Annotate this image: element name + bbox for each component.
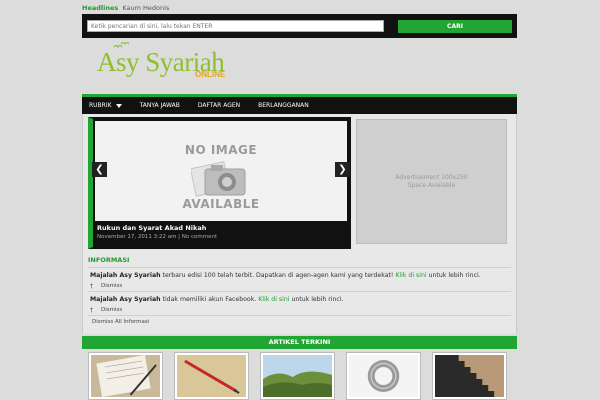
pin-icon: †	[90, 307, 93, 314]
nav-item-tanya-jawab[interactable]: TANYA JAWAB	[140, 102, 180, 109]
info-title: INFORMASI	[88, 256, 130, 264]
ad-line-2: Space Available	[407, 181, 456, 189]
info-text: Majalah Asy Syariah tidak memiliki akun …	[90, 295, 509, 304]
featured-slider: NO IMAGE AVAILABLE ❮ ❯ Rukun dan Syarat …	[88, 117, 351, 249]
info-link[interactable]: Klik di sini	[395, 272, 426, 279]
article-thumbnail[interactable]	[88, 352, 163, 400]
dismiss-button[interactable]: Dismiss	[101, 282, 122, 291]
slide-comments-link[interactable]: No comment	[182, 234, 217, 240]
headline-ticker: Headlines Kaum Hedonis	[82, 3, 517, 13]
no-image-label: NO IMAGE	[184, 143, 258, 157]
dismiss-row: † Dismiss	[90, 306, 509, 315]
info-tail: untuk lebih rinci.	[289, 296, 344, 303]
nav-item-daftar-agen[interactable]: DAFTAR AGEN	[198, 102, 240, 109]
landscape-image	[263, 355, 332, 397]
article-thumbnail[interactable]	[260, 352, 335, 400]
caret-down-icon	[115, 103, 122, 108]
available-label: AVAILABLE	[182, 197, 260, 211]
ring-image	[349, 355, 418, 397]
slide-image[interactable]: NO IMAGE AVAILABLE	[95, 121, 347, 221]
notebook-pen-image	[91, 355, 160, 397]
slide-meta: November 17, 2011 3:22 am | No comment	[97, 233, 345, 241]
info-body: terbaru edisi 100 telah terbit. Dapatkan…	[160, 272, 396, 279]
divider	[88, 291, 511, 292]
site-logo[interactable]: Asy Syariah ONLINE	[97, 41, 227, 86]
slider-next-button[interactable]: ❯	[335, 162, 350, 177]
slide-date: November 17, 2011 3:22 am	[97, 234, 177, 240]
article-thumbnail[interactable]	[174, 352, 249, 400]
ad-line-1: Advertisement 300x250	[395, 173, 468, 181]
dismiss-row: † Dismiss	[90, 282, 509, 291]
pencil-image	[177, 355, 246, 397]
slide-caption: Rukun dan Syarat Akad Nikah November 17,…	[97, 223, 345, 245]
articles-header: ARTIKEL TERKINI	[82, 336, 517, 349]
nav-item-berlangganan[interactable]: BERLANGGANAN	[258, 102, 309, 109]
search-button[interactable]: CARI	[398, 19, 512, 33]
camera-icon	[191, 161, 246, 197]
info-bold: Majalah Asy Syariah	[90, 272, 161, 279]
nav-item-rubrik[interactable]: RUBRIK	[89, 102, 122, 109]
info-link[interactable]: Klik di sini	[258, 296, 289, 303]
pin-icon: †	[90, 283, 93, 290]
nav-item-label: RUBRIK	[89, 102, 112, 109]
slide-title[interactable]: Rukun dan Syarat Akad Nikah	[97, 223, 345, 233]
divider	[88, 267, 511, 268]
headline-label: Headlines	[82, 4, 119, 12]
info-item: Majalah Asy Syariah terbaru edisi 100 te…	[90, 271, 509, 291]
search-bar: CARI	[82, 14, 517, 38]
info-tail: untuk lebih rinci.	[426, 272, 481, 279]
articles-thumbnails	[82, 352, 517, 400]
dismiss-all-button[interactable]: Dismiss All Informasi	[92, 319, 149, 325]
info-body: tidak memiliki akun Facebook.	[160, 296, 259, 303]
info-text: Majalah Asy Syariah terbaru edisi 100 te…	[90, 271, 509, 280]
main-nav: RUBRIK TANYA JAWAB DAFTAR AGEN BERLANGGA…	[82, 94, 517, 114]
article-thumbnail[interactable]	[432, 352, 507, 400]
slider-prev-button[interactable]: ❮	[92, 162, 107, 177]
headline-link[interactable]: Kaum Hedonis	[122, 4, 169, 12]
stairs-image	[435, 355, 504, 397]
search-input[interactable]	[87, 20, 384, 32]
info-item: Majalah Asy Syariah tidak memiliki akun …	[90, 295, 509, 315]
info-bold: Majalah Asy Syariah	[90, 296, 161, 303]
article-thumbnail[interactable]	[346, 352, 421, 400]
logo-subtext: ONLINE	[195, 70, 226, 79]
dismiss-button[interactable]: Dismiss	[101, 306, 122, 315]
ad-placeholder: Advertisement 300x250 Space Available	[356, 119, 507, 244]
divider	[88, 315, 511, 316]
main-content: NO IMAGE AVAILABLE ❮ ❯ Rukun dan Syarat …	[82, 114, 517, 334]
